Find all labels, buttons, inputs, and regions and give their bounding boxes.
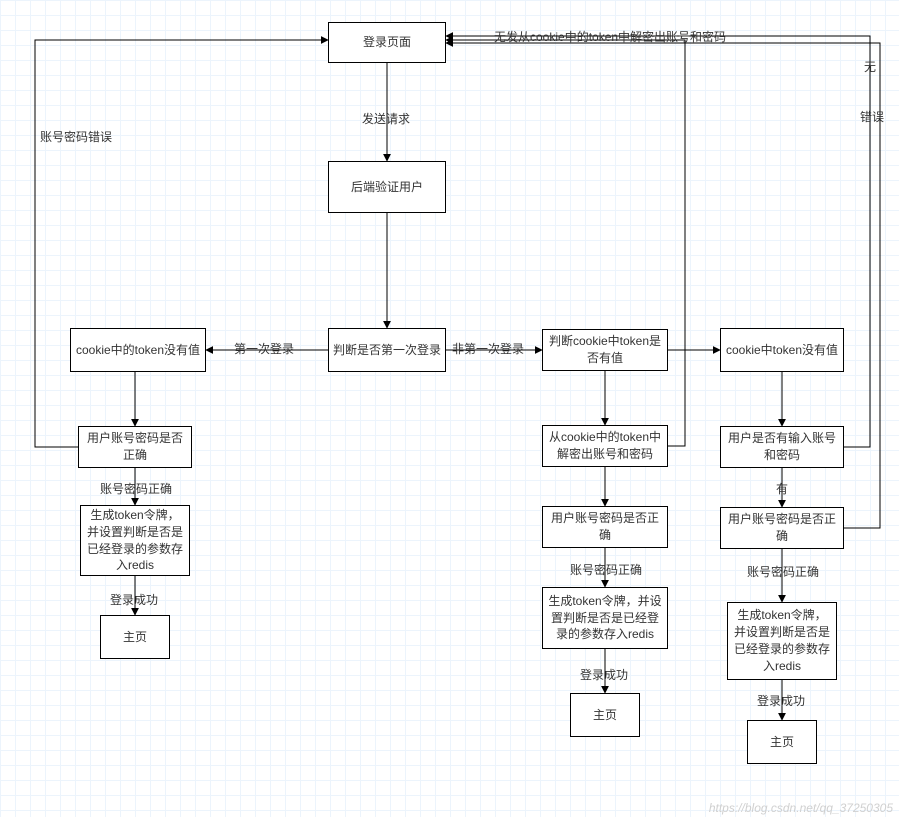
edge-label-first-login: 第一次登录 [234, 342, 294, 358]
edge-label-not-first-login: 非第一次登录 [452, 342, 524, 358]
node-label: 从cookie中的token中解密出账号和密码 [547, 429, 663, 463]
edge-label-has: 有 [776, 482, 788, 498]
node-label: 登录页面 [363, 34, 411, 51]
node-gen-token-mid: 生成token令牌，并设置判断是否是已经登录的参数存入redis [542, 587, 668, 649]
node-label: 判断是否第一次登录 [333, 342, 441, 359]
node-user-has-input: 用户是否有输入账号和密码 [720, 426, 844, 468]
node-cookie-no-value-left: cookie中的token没有值 [70, 328, 206, 372]
node-has-token-mid: 判断cookie中token是否有值 [542, 329, 668, 371]
edge-label-pw-right-r: 账号密码正确 [747, 565, 819, 581]
node-label: cookie中的token没有值 [76, 342, 200, 359]
node-label: 用户账号密码是否正确 [725, 511, 839, 545]
node-gen-token-right: 生成token令牌，并设置判断是否是已经登录的参数存入redis [727, 602, 837, 680]
node-label: 主页 [770, 734, 794, 751]
node-user-pw-correct-left: 用户账号密码是否正确 [78, 426, 192, 468]
node-label: 主页 [593, 707, 617, 724]
edge-label-none: 无 [864, 60, 876, 76]
node-label: cookie中token没有值 [726, 342, 838, 359]
node-home-right: 主页 [747, 720, 817, 764]
edge-label-decrypt-fail: 无发从cookie中的token中解密出账号和密码 [494, 30, 726, 46]
node-user-pw-correct-mid: 用户账号密码是否正确 [542, 506, 668, 548]
edge-label-login-ok-l: 登录成功 [110, 593, 158, 609]
node-login-page: 登录页面 [328, 22, 446, 63]
node-backend-verify: 后端验证用户 [328, 161, 446, 213]
edge-label-error: 错误 [860, 110, 884, 126]
node-label: 用户账号密码是否正确 [83, 430, 187, 464]
node-label: 生成token令牌，并设置判断是否是已经登录的参数存入redis [85, 507, 185, 574]
node-gen-token-left: 生成token令牌，并设置判断是否是已经登录的参数存入redis [80, 505, 190, 576]
edge-label-login-ok-m: 登录成功 [580, 668, 628, 684]
node-is-first-login: 判断是否第一次登录 [328, 328, 446, 372]
edge-label-pw-right-l: 账号密码正确 [100, 482, 172, 498]
node-label: 用户账号密码是否正确 [547, 510, 663, 544]
node-label: 生成token令牌，并设置判断是否是已经登录的参数存入redis [547, 593, 663, 643]
edge-label-login-ok-r: 登录成功 [757, 694, 805, 710]
edge-label-pw-right-m: 账号密码正确 [570, 563, 642, 579]
flowchart-canvas: 登录页面 后端验证用户 判断是否第一次登录 cookie中的token没有值 用… [0, 0, 899, 817]
node-cookie-no-value-right: cookie中token没有值 [720, 328, 844, 372]
watermark-text: https://blog.csdn.net/qq_37250305 [709, 801, 893, 815]
node-home-left: 主页 [100, 615, 170, 659]
node-home-mid: 主页 [570, 693, 640, 737]
edge-label-send-request: 发送请求 [362, 112, 410, 128]
node-label: 判断cookie中token是否有值 [547, 333, 663, 367]
node-label: 用户是否有输入账号和密码 [725, 430, 839, 464]
node-label: 生成token令牌，并设置判断是否是已经登录的参数存入redis [732, 607, 832, 674]
node-label: 主页 [123, 629, 147, 646]
node-decrypt-token: 从cookie中的token中解密出账号和密码 [542, 425, 668, 467]
node-user-pw-correct-right: 用户账号密码是否正确 [720, 507, 844, 549]
edge-label-pw-wrong: 账号密码错误 [40, 130, 112, 146]
node-label: 后端验证用户 [351, 179, 423, 196]
